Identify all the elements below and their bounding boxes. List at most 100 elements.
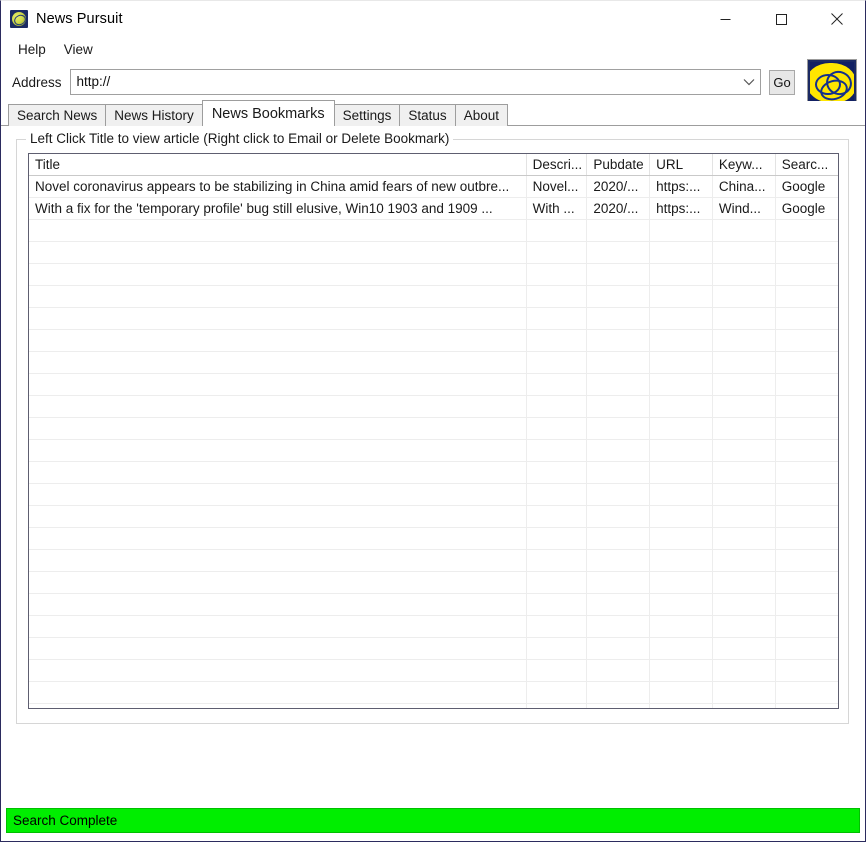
table-cell-empty[interactable] bbox=[712, 659, 776, 682]
table-cell-empty[interactable] bbox=[649, 703, 713, 708]
table-cell-empty[interactable] bbox=[29, 461, 527, 484]
table-cell-empty[interactable] bbox=[526, 615, 588, 638]
table-cell-empty[interactable] bbox=[586, 637, 651, 660]
table-cell-empty[interactable] bbox=[775, 263, 838, 286]
table-row-empty[interactable] bbox=[29, 285, 838, 308]
table-cell-empty[interactable] bbox=[712, 417, 776, 440]
table-cell-empty[interactable] bbox=[526, 219, 588, 242]
table-cell-empty[interactable] bbox=[526, 307, 588, 330]
table-cell-empty[interactable] bbox=[29, 681, 527, 704]
table-cell-empty[interactable] bbox=[526, 439, 588, 462]
table-cell-empty[interactable] bbox=[712, 241, 776, 264]
table-cell-empty[interactable] bbox=[775, 681, 838, 704]
table-cell[interactable]: https:... bbox=[649, 197, 713, 220]
table-row[interactable]: Novel coronavirus appears to be stabiliz… bbox=[29, 175, 838, 198]
table-cell-empty[interactable] bbox=[526, 527, 588, 550]
table-cell-empty[interactable] bbox=[29, 417, 527, 440]
table-cell-empty[interactable] bbox=[29, 351, 527, 374]
table-cell-empty[interactable] bbox=[29, 637, 527, 660]
table-cell-empty[interactable] bbox=[586, 417, 651, 440]
table-cell-empty[interactable] bbox=[526, 483, 588, 506]
table-cell-empty[interactable] bbox=[775, 373, 838, 396]
chevron-down-icon[interactable] bbox=[738, 70, 760, 94]
table-cell[interactable]: With ... bbox=[526, 197, 588, 220]
table-cell-empty[interactable] bbox=[526, 285, 588, 308]
table-cell-empty[interactable] bbox=[649, 241, 713, 264]
tab-news-history[interactable]: News History bbox=[105, 104, 203, 126]
table-cell-empty[interactable] bbox=[526, 593, 588, 616]
table-cell-empty[interactable] bbox=[712, 549, 776, 572]
table-cell-empty[interactable] bbox=[29, 439, 527, 462]
table-cell-empty[interactable] bbox=[712, 637, 776, 660]
table-cell-empty[interactable] bbox=[29, 373, 527, 396]
table-cell-empty[interactable] bbox=[586, 659, 651, 682]
table-row-empty[interactable] bbox=[29, 329, 838, 352]
table-cell-empty[interactable] bbox=[649, 615, 713, 638]
table-row-empty[interactable] bbox=[29, 703, 838, 708]
table-row-empty[interactable] bbox=[29, 439, 838, 462]
table-cell-empty[interactable] bbox=[526, 373, 588, 396]
table-cell-empty[interactable] bbox=[649, 637, 713, 660]
table-cell-empty[interactable] bbox=[586, 593, 651, 616]
table-cell-empty[interactable] bbox=[526, 395, 588, 418]
table-cell-empty[interactable] bbox=[712, 703, 776, 708]
table-cell[interactable]: Novel... bbox=[526, 175, 588, 198]
table-cell-empty[interactable] bbox=[712, 395, 776, 418]
table-cell-empty[interactable] bbox=[29, 703, 527, 708]
table-cell-empty[interactable] bbox=[526, 417, 588, 440]
table-cell-empty[interactable] bbox=[526, 637, 588, 660]
column-header-searc[interactable]: Searc... bbox=[775, 154, 838, 176]
table-cell-empty[interactable] bbox=[712, 527, 776, 550]
table-cell-empty[interactable] bbox=[526, 329, 588, 352]
table-row-empty[interactable] bbox=[29, 681, 838, 704]
table-cell-empty[interactable] bbox=[586, 461, 651, 484]
table-cell-empty[interactable] bbox=[649, 549, 713, 572]
table-cell-empty[interactable] bbox=[526, 461, 588, 484]
table-cell-empty[interactable] bbox=[649, 593, 713, 616]
table-cell-empty[interactable] bbox=[775, 505, 838, 528]
table-cell[interactable]: 2020/... bbox=[586, 197, 651, 220]
bookmarks-grid[interactable]: Title Descri... Pubdate URL Keyw... Searc... … bbox=[28, 153, 839, 709]
column-header-pubdate[interactable]: Pubdate bbox=[586, 154, 651, 176]
table-cell-empty[interactable] bbox=[526, 351, 588, 374]
column-header-url[interactable]: URL bbox=[649, 154, 713, 176]
table-cell-empty[interactable] bbox=[775, 219, 838, 242]
table-row-empty[interactable] bbox=[29, 417, 838, 440]
table-cell-empty[interactable] bbox=[649, 439, 713, 462]
table-cell-empty[interactable] bbox=[775, 395, 838, 418]
table-cell-empty[interactable] bbox=[29, 307, 527, 330]
table-cell[interactable]: https:... bbox=[649, 175, 713, 198]
menu-item-view[interactable]: View bbox=[56, 40, 101, 60]
table-row-empty[interactable] bbox=[29, 263, 838, 286]
tab-settings[interactable]: Settings bbox=[333, 104, 401, 126]
table-cell-empty[interactable] bbox=[586, 263, 651, 286]
table-cell-empty[interactable] bbox=[649, 307, 713, 330]
table-row-empty[interactable] bbox=[29, 505, 838, 528]
tab-status[interactable]: Status bbox=[399, 104, 456, 126]
table-cell-empty[interactable] bbox=[712, 351, 776, 374]
table-cell-empty[interactable] bbox=[526, 549, 588, 572]
table-cell-empty[interactable] bbox=[649, 373, 713, 396]
table-cell-empty[interactable] bbox=[775, 351, 838, 374]
table-cell-empty[interactable] bbox=[649, 219, 713, 242]
table-cell-empty[interactable] bbox=[29, 615, 527, 638]
table-cell-empty[interactable] bbox=[649, 527, 713, 550]
table-cell-empty[interactable] bbox=[29, 285, 527, 308]
table-cell-empty[interactable] bbox=[712, 219, 776, 242]
table-row-empty[interactable] bbox=[29, 637, 838, 660]
table-cell-empty[interactable] bbox=[586, 329, 651, 352]
tab-about[interactable]: About bbox=[454, 104, 508, 126]
table-cell-empty[interactable] bbox=[526, 571, 588, 594]
table-cell-empty[interactable] bbox=[526, 703, 588, 708]
table-cell-empty[interactable] bbox=[775, 329, 838, 352]
table-cell[interactable]: With a fix for the 'temporary profile' b… bbox=[29, 197, 527, 220]
table-cell-empty[interactable] bbox=[712, 329, 776, 352]
table-cell-empty[interactable] bbox=[586, 285, 651, 308]
table-cell-empty[interactable] bbox=[775, 549, 838, 572]
table-cell[interactable]: 2020/... bbox=[586, 175, 651, 198]
table-cell-empty[interactable] bbox=[712, 307, 776, 330]
table-row-empty[interactable] bbox=[29, 527, 838, 550]
table-cell-empty[interactable] bbox=[649, 417, 713, 440]
table-cell-empty[interactable] bbox=[712, 571, 776, 594]
table-row-empty[interactable] bbox=[29, 395, 838, 418]
